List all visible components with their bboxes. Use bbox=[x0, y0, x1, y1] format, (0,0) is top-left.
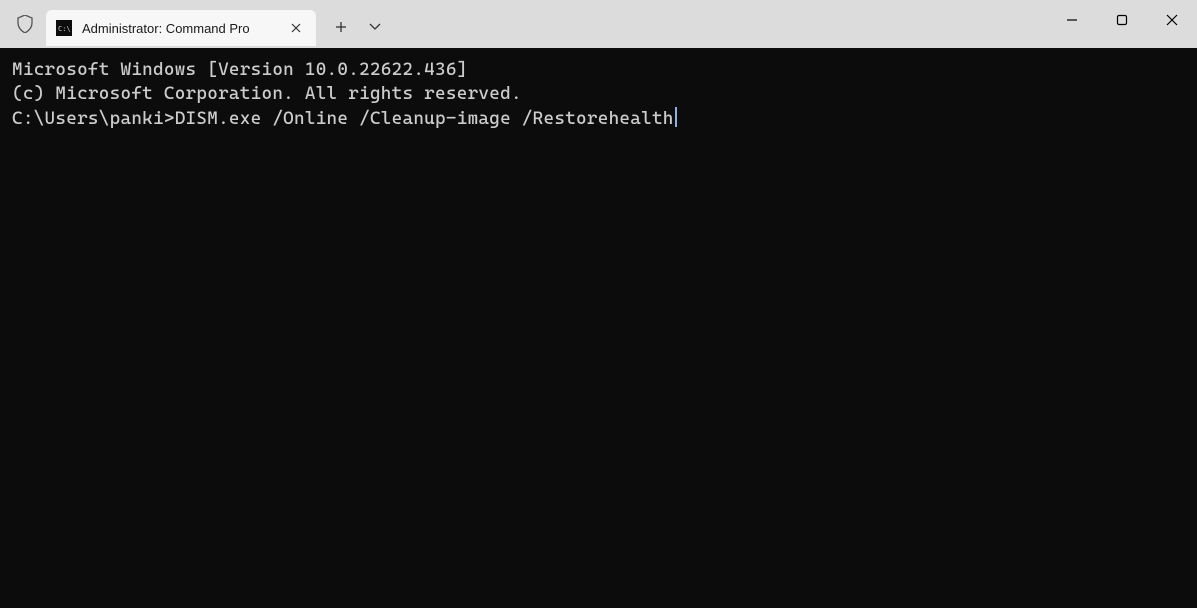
terminal-line: Microsoft Windows [Version 10.0.22622.43… bbox=[12, 58, 1185, 82]
terminal-cursor bbox=[675, 107, 677, 127]
terminal-output[interactable]: Microsoft Windows [Version 10.0.22622.43… bbox=[0, 48, 1197, 608]
tab-actions bbox=[324, 10, 392, 44]
close-window-button[interactable] bbox=[1147, 0, 1197, 40]
window-controls bbox=[1047, 0, 1197, 40]
prompt-command: DISM.exe /Online /Cleanup-image /Restore… bbox=[175, 107, 674, 131]
new-tab-button[interactable] bbox=[324, 10, 358, 44]
shield-icon bbox=[16, 15, 34, 33]
terminal-line: (c) Microsoft Corporation. All rights re… bbox=[12, 82, 1185, 106]
cmd-icon: C:\ bbox=[56, 20, 72, 36]
minimize-button[interactable] bbox=[1047, 0, 1097, 40]
tab-dropdown-button[interactable] bbox=[358, 10, 392, 44]
terminal-prompt-line: C:\Users\panki>DISM.exe /Online /Cleanup… bbox=[12, 107, 1185, 131]
titlebar: C:\ Administrator: Command Pro bbox=[0, 0, 1197, 48]
maximize-button[interactable] bbox=[1097, 0, 1147, 40]
tab-title: Administrator: Command Pro bbox=[82, 21, 276, 36]
tab-command-prompt[interactable]: C:\ Administrator: Command Pro bbox=[46, 10, 316, 46]
svg-text:C:\: C:\ bbox=[58, 25, 71, 33]
prompt-path: C:\Users\panki> bbox=[12, 107, 175, 131]
tab-close-button[interactable] bbox=[286, 18, 306, 38]
